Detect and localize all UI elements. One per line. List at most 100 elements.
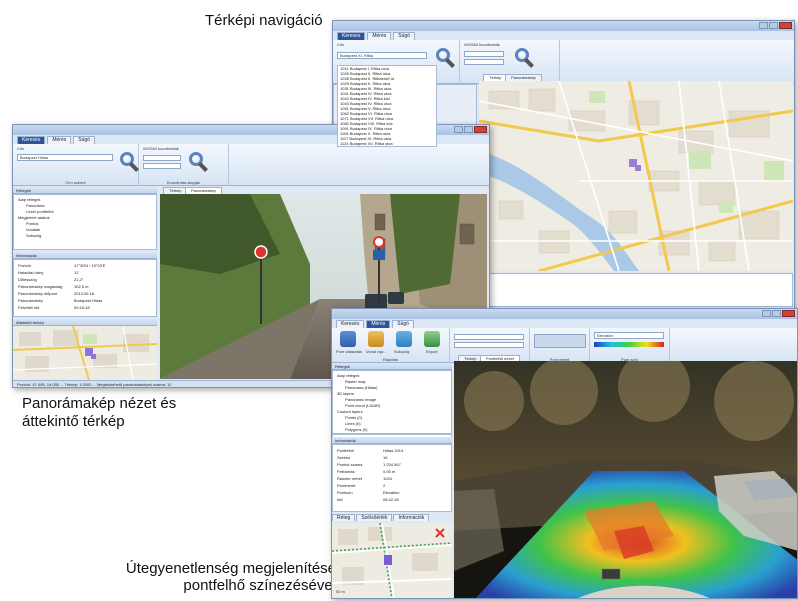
- minimize-icon[interactable]: [759, 22, 768, 29]
- info-key: Pontok száma: [337, 462, 363, 467]
- tab-map[interactable]: Térkép: [483, 74, 508, 81]
- city-map[interactable]: [479, 81, 793, 271]
- layers-panel: Alap rétegek Panoráma Lézer pontfelhő Me…: [13, 194, 157, 250]
- coord-search-icon[interactable]: [515, 48, 529, 62]
- color-mode-select[interactable]: Elevation: [594, 332, 664, 339]
- layer-tree-item[interactable]: Alap rétegek: [337, 373, 359, 378]
- layer-tree-item[interactable]: Panoramic image: [345, 397, 376, 402]
- layer-tree-item[interactable]: Lézer pontfelhő: [26, 209, 54, 214]
- export-label[interactable]: Export: [426, 349, 438, 354]
- tab-panorama[interactable]: Panorámakép: [185, 187, 222, 194]
- point-color-group: Elevation Pont szín: [590, 328, 670, 363]
- point-select-icon[interactable]: [340, 331, 356, 347]
- info-key: Dőlésszög: [18, 277, 37, 282]
- layer-tree-item[interactable]: Vonalak: [26, 227, 40, 232]
- point-size-group: Pont méret: [530, 328, 590, 363]
- layer-tree-item[interactable]: Panorama (Hidas): [345, 385, 377, 390]
- close-icon[interactable]: [779, 22, 792, 29]
- overview-minimap[interactable]: [13, 326, 157, 380]
- lon-field[interactable]: [464, 59, 504, 65]
- tab-help[interactable]: Súgó: [393, 32, 415, 40]
- minimap-graphic: [13, 326, 157, 380]
- tab-panorama[interactable]: Panorámakép: [505, 74, 542, 81]
- layer-tree-item[interactable]: Pontok: [26, 221, 38, 226]
- info-value: 09:16:18: [74, 305, 90, 310]
- maximize-icon[interactable]: [772, 310, 781, 317]
- info-panel: Pozíció 47°30'N / 19°03'E Haladási irány 1…: [13, 259, 157, 317]
- layer-tree-item[interactable]: Polygons (0): [345, 427, 367, 432]
- point-size-slider[interactable]: [534, 334, 586, 348]
- info-value: 21,2°: [74, 277, 84, 282]
- tab-info[interactable]: Információk: [393, 514, 430, 521]
- info-key: Idő: [337, 497, 343, 502]
- group-label-address: Cím szerint: [65, 180, 86, 185]
- list-item[interactable]: 1124 Budapest XII. Ritka utca: [338, 141, 436, 146]
- maximize-icon[interactable]: [464, 126, 473, 133]
- close-icon[interactable]: [782, 310, 795, 317]
- polygon-label[interactable]: Sokszög: [394, 349, 409, 354]
- coord-label: WGS84 koordináták: [143, 146, 179, 151]
- caption-panorama: Panorámakép nézet és áttekintő térkép: [22, 395, 176, 431]
- info-key: Pontfelhő: [337, 448, 354, 453]
- export-icon[interactable]: [424, 331, 440, 347]
- search-input[interactable]: Budapest XI. Ritka: [337, 52, 427, 59]
- maximize-icon[interactable]: [769, 22, 778, 29]
- bottom-panel-tabs: Réteg Szélsőérték Információk: [332, 514, 452, 521]
- tab-search[interactable]: Keresés: [17, 136, 46, 144]
- cloud-window-titlebar: [332, 309, 797, 319]
- layer-tree-item[interactable]: Alap rétegek: [18, 197, 40, 202]
- lat-field[interactable]: [464, 51, 504, 57]
- layer-tree-item[interactable]: Megjelenít adatok: [18, 215, 50, 220]
- layer-tree-item[interactable]: Points (0): [345, 415, 362, 420]
- search-input[interactable]: Budapest Hidas: [17, 154, 113, 161]
- tab-measure[interactable]: Mérés: [47, 136, 72, 144]
- line-draw-icon[interactable]: [368, 331, 384, 347]
- layer-tree-item[interactable]: 3D layers: [337, 391, 354, 396]
- tab-measure[interactable]: Mérés: [366, 320, 391, 328]
- layer-tree-item[interactable]: Sokszög: [26, 233, 41, 238]
- layer-tree-item[interactable]: Panoráma: [26, 203, 44, 208]
- coord-search-icon[interactable]: [189, 152, 203, 166]
- info-key: Panorámakép időpont: [18, 291, 58, 296]
- info-value: 2013.05.18: [74, 291, 95, 296]
- lon-field[interactable]: [143, 163, 181, 169]
- polygon-icon[interactable]: [396, 331, 412, 347]
- close-icon[interactable]: [474, 126, 487, 133]
- map-ribbon-tabs: Kereses Mérés Súgó: [333, 31, 794, 40]
- tab-search[interactable]: Keresés: [336, 320, 365, 328]
- info-panel: Pontfelhő Hidas 2013 Szektor 16 Pontok szá…: [332, 444, 452, 512]
- display-option-2[interactable]: [454, 342, 524, 348]
- layer-tree-item[interactable]: Raster map: [345, 379, 366, 384]
- lat-field[interactable]: [143, 155, 181, 161]
- point-select-label[interactable]: Pont választás: [336, 349, 362, 354]
- info-key: Panorámakép magasság: [18, 284, 63, 289]
- search-icon[interactable]: [436, 48, 450, 62]
- layer-tree-item[interactable]: Custom layers: [337, 409, 363, 414]
- tab-help[interactable]: Súgó: [392, 320, 414, 328]
- point-cloud-view[interactable]: [454, 361, 797, 598]
- layer-tree-item[interactable]: Point cloud (LIDAR): [345, 403, 380, 408]
- line-draw-label[interactable]: Vonal rajz.: [366, 349, 385, 354]
- tab-layers[interactable]: Réteg: [332, 514, 356, 521]
- info-value: 08:42:18: [383, 497, 399, 502]
- tab-search[interactable]: Kereses: [337, 32, 366, 40]
- info-value: 2: [383, 483, 386, 488]
- tab-help[interactable]: Súgó: [73, 136, 95, 144]
- scale-bar-label: 50 m: [336, 589, 345, 594]
- search-icon[interactable]: [120, 152, 134, 166]
- tab-map[interactable]: Térkép: [163, 187, 188, 194]
- info-value: 12: [74, 270, 79, 275]
- overview-minimap[interactable]: 50 m: [332, 523, 452, 598]
- drawing-group: Pont választás Vonal rajz. Sokszög Expor…: [332, 328, 450, 363]
- info-value: 0,05 m: [383, 469, 396, 474]
- caption-cloud-line2: pontfelhő színezésével: [183, 577, 336, 594]
- minimize-icon[interactable]: [762, 310, 771, 317]
- layers-header: Rétegek: [13, 187, 157, 194]
- info-key: Haladási irány: [18, 270, 44, 275]
- tab-extremes[interactable]: Szélsőérték: [356, 514, 393, 521]
- search-results-list[interactable]: 1011 Budapest I. Ritka utca 1026 Budapes…: [337, 65, 437, 147]
- tab-measure[interactable]: Mérés: [367, 32, 392, 40]
- display-option-1[interactable]: [454, 334, 524, 340]
- layer-tree-item[interactable]: Lines (0): [345, 421, 361, 426]
- minimize-icon[interactable]: [454, 126, 463, 133]
